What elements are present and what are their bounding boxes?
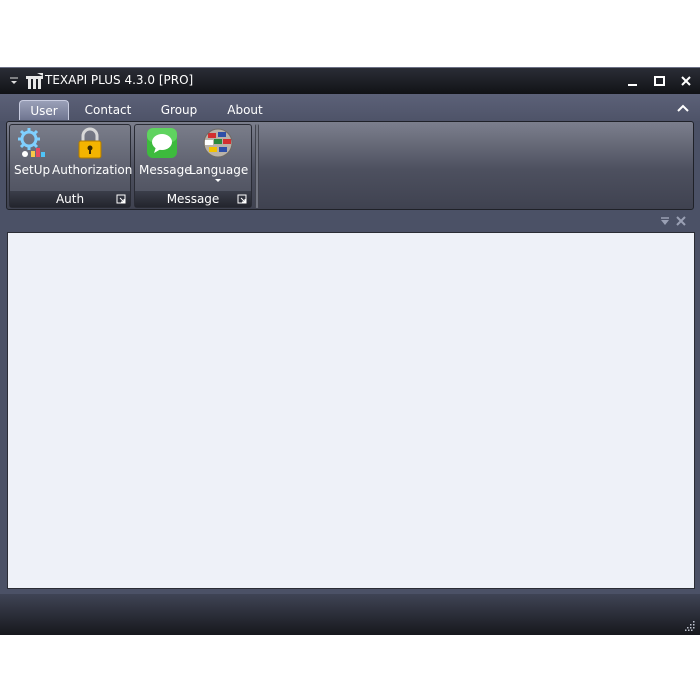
ribbon-group-message: Message Language Message xyxy=(134,124,252,208)
maximize-icon[interactable] xyxy=(651,73,667,89)
group-label-auth: Auth xyxy=(10,191,130,207)
ribbon-tab-row: User Contact Group About xyxy=(0,94,700,121)
panel-close-icon[interactable] xyxy=(676,216,686,226)
tab-user[interactable]: User xyxy=(19,100,69,120)
main-content-area xyxy=(7,232,695,589)
padlock-icon xyxy=(78,127,102,159)
message-label: Message xyxy=(139,163,192,177)
minimize-icon[interactable] xyxy=(624,73,640,89)
tab-group[interactable]: Group xyxy=(157,100,201,120)
message-bubble-icon xyxy=(147,128,177,158)
collapse-ribbon-icon[interactable] xyxy=(676,102,690,114)
ribbon-panel: SetUp Authorization Auth Message Languag… xyxy=(6,121,694,210)
resize-grip-icon[interactable] xyxy=(685,621,695,631)
authorization-label: Authorization xyxy=(52,163,133,177)
quick-access-dropdown-icon[interactable] xyxy=(8,75,20,87)
setup-button[interactable]: SetUp xyxy=(14,127,51,177)
tab-about[interactable]: About xyxy=(223,100,267,120)
app-window: TEXAPI PLUS 4.3.0 [PRO] User Contact Gro… xyxy=(0,67,700,635)
language-globe-icon xyxy=(203,128,233,158)
group-label-message: Message xyxy=(135,191,251,207)
authorization-button[interactable]: Authorization xyxy=(52,127,133,177)
setup-label: SetUp xyxy=(14,163,51,177)
window-title: TEXAPI PLUS 4.3.0 [PRO] xyxy=(45,73,194,87)
title-bar: TEXAPI PLUS 4.3.0 [PRO] xyxy=(0,68,700,94)
language-label: Language xyxy=(189,163,249,177)
dialog-launcher-icon[interactable] xyxy=(116,194,126,204)
ribbon-separator xyxy=(255,124,259,208)
app-logo-icon xyxy=(26,73,43,89)
dialog-launcher-icon[interactable] xyxy=(237,194,247,204)
document-panel-header xyxy=(0,210,700,232)
ribbon-group-auth: SetUp Authorization Auth xyxy=(9,124,133,208)
message-button[interactable]: Message xyxy=(139,127,192,177)
language-button[interactable]: Language xyxy=(189,127,249,184)
panel-menu-icon[interactable] xyxy=(660,216,670,226)
chevron-down-icon xyxy=(215,179,221,182)
status-bar xyxy=(0,594,700,635)
setup-gear-icon xyxy=(18,128,45,157)
close-icon[interactable] xyxy=(678,73,694,89)
tab-contact[interactable]: Contact xyxy=(82,100,134,120)
